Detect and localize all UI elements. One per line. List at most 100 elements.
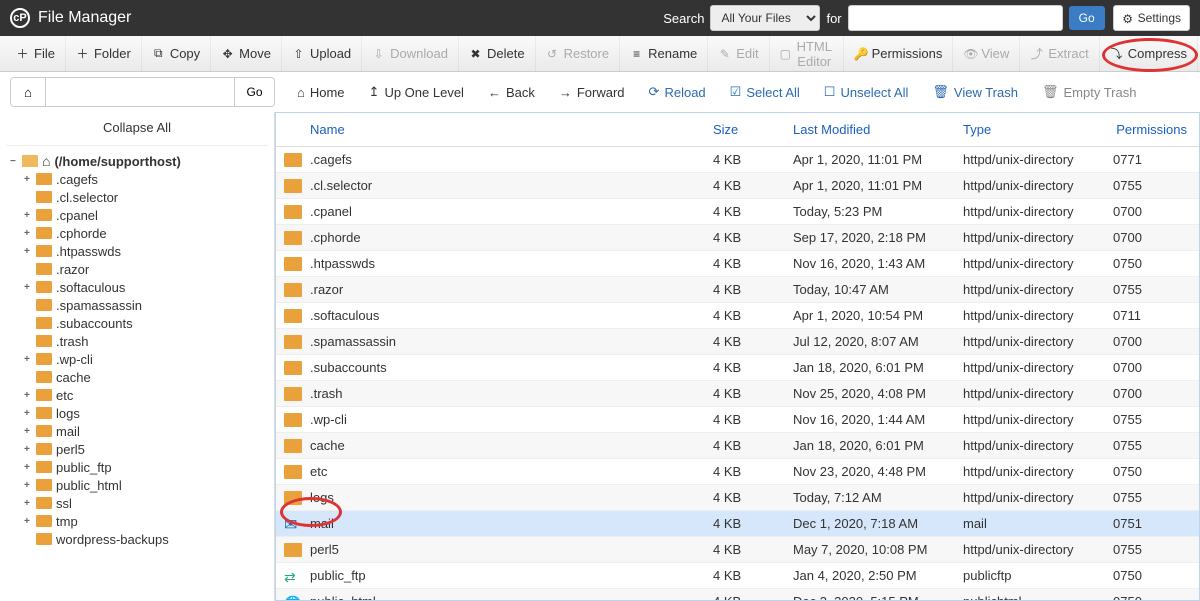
up-one-button[interactable]: ↥Up One Level [357, 77, 476, 107]
table-row[interactable]: .subaccounts4 KBJan 18, 2020, 6:01 PMhtt… [276, 355, 1199, 381]
sidebar-item[interactable]: +ssl [6, 494, 268, 512]
col-type[interactable]: Type [955, 122, 1105, 137]
table-row[interactable]: cache4 KBJan 18, 2020, 6:01 PMhttpd/unix… [276, 433, 1199, 459]
path-input[interactable] [46, 77, 235, 107]
table-row[interactable]: .cphorde4 KBSep 17, 2020, 2:18 PMhttpd/u… [276, 225, 1199, 251]
sidebar-item[interactable]: +mail [6, 422, 268, 440]
table-row[interactable]: .trash4 KBNov 25, 2020, 4:08 PMhttpd/uni… [276, 381, 1199, 407]
folder-button[interactable]: ＋Folder [66, 36, 142, 71]
sidebar-item[interactable]: .subaccounts [6, 314, 268, 332]
folder-icon [284, 231, 302, 245]
sidebar-item[interactable]: +perl5 [6, 440, 268, 458]
table-row[interactable]: .htpasswds4 KBNov 16, 2020, 1:43 AMhttpd… [276, 251, 1199, 277]
sidebar-item[interactable]: +public_html [6, 476, 268, 494]
folder-icon [36, 209, 52, 221]
sidebar-item[interactable]: +.cphorde [6, 224, 268, 242]
folder-tree: − (/home/supporthost) +.cagefs.cl.select… [6, 146, 268, 548]
sub-toolbar: ⌂ Go ⌂Home ↥Up One Level ←Back →Forward … [0, 72, 1200, 112]
compress-button[interactable]: ⤵Compress [1100, 36, 1198, 71]
folder-icon [36, 533, 52, 545]
search-go-button[interactable]: Go [1069, 6, 1105, 30]
sidebar-item[interactable]: .spamassassin [6, 296, 268, 314]
edit-button[interactable]: ✎Edit [708, 36, 769, 71]
folder-icon [284, 179, 302, 193]
table-row[interactable]: public_ftp4 KBJan 4, 2020, 2:50 PMpublic… [276, 563, 1199, 589]
home-button[interactable]: ⌂Home [285, 77, 357, 107]
file-grid: Name Size Last Modified Type Permissions… [275, 112, 1200, 601]
rename-button[interactable]: ≡Rename [620, 36, 708, 71]
delete-button[interactable]: ✖Delete [459, 36, 536, 71]
sidebar-item[interactable]: +.softaculous [6, 278, 268, 296]
permissions-button[interactable]: 🔑Permissions [844, 36, 954, 71]
table-row[interactable]: etc4 KBNov 23, 2020, 4:48 PMhttpd/unix-d… [276, 459, 1199, 485]
extract-button[interactable]: ⤴Extract [1020, 36, 1099, 71]
extract-icon: ⤴ [1030, 45, 1043, 62]
folder-icon [284, 387, 302, 401]
download-button[interactable]: ⇩Download [362, 36, 459, 71]
tree-root[interactable]: − (/home/supporthost) [6, 152, 268, 170]
copy-icon: ⧉ [152, 46, 165, 61]
collapse-all-button[interactable]: Collapse All [6, 112, 268, 146]
path-home-button[interactable]: ⌂ [10, 77, 46, 107]
folder-icon [36, 389, 52, 401]
restore-icon: ↺ [546, 47, 559, 61]
edit-icon: ✎ [718, 47, 731, 61]
sidebar-item[interactable]: +.cpanel [6, 206, 268, 224]
settings-button[interactable]: Settings [1113, 5, 1190, 31]
table-row[interactable]: mail4 KBDec 1, 2020, 7:18 AMmail0751 [276, 511, 1199, 537]
html-editor-button[interactable]: ▢HTML Editor [770, 36, 844, 71]
sidebar-item[interactable]: +.htpasswds [6, 242, 268, 260]
col-permissions[interactable]: Permissions [1105, 122, 1199, 137]
sidebar-item[interactable]: +.wp-cli [6, 350, 268, 368]
col-size[interactable]: Size [705, 122, 785, 137]
table-row[interactable]: .cagefs4 KBApr 1, 2020, 11:01 PMhttpd/un… [276, 147, 1199, 173]
sidebar-item[interactable]: +tmp [6, 512, 268, 530]
col-last-modified[interactable]: Last Modified [785, 122, 955, 137]
folder-icon [36, 515, 52, 527]
header-bar: cP File Manager Search All Your Files fo… [0, 0, 1200, 36]
search-scope-select[interactable]: All Your Files [710, 5, 820, 31]
col-name[interactable]: Name [276, 122, 705, 137]
sidebar-item[interactable]: wordpress-backups [6, 530, 268, 548]
forward-button[interactable]: →Forward [547, 77, 637, 107]
table-row[interactable]: .cpanel4 KBToday, 5:23 PMhttpd/unix-dire… [276, 199, 1199, 225]
table-row[interactable]: .razor4 KBToday, 10:47 AMhttpd/unix-dire… [276, 277, 1199, 303]
move-button[interactable]: ✥Move [211, 36, 282, 71]
reload-button[interactable]: ⟳Reload [637, 77, 718, 107]
table-row[interactable]: .wp-cli4 KBNov 16, 2020, 1:44 AMhttpd/un… [276, 407, 1199, 433]
sidebar-item[interactable]: +etc [6, 386, 268, 404]
html-icon: ▢ [780, 47, 791, 61]
sidebar-item[interactable]: .trash [6, 332, 268, 350]
search-input[interactable] [848, 5, 1063, 31]
select-all-button[interactable]: ☑Select All [718, 77, 812, 107]
sidebar-item[interactable]: +logs [6, 404, 268, 422]
unselect-all-button[interactable]: ☐Unselect All [812, 77, 921, 107]
download-icon: ⇩ [372, 47, 385, 61]
sidebar-item[interactable]: .razor [6, 260, 268, 278]
sidebar-item[interactable]: +public_ftp [6, 458, 268, 476]
copy-button[interactable]: ⧉Copy [142, 36, 211, 71]
table-row[interactable]: .softaculous4 KBApr 1, 2020, 10:54 PMhtt… [276, 303, 1199, 329]
view-trash-button[interactable]: 🗑View Trash [920, 77, 1030, 107]
upload-button[interactable]: ⇧Upload [282, 36, 362, 71]
rename-icon: ≡ [630, 47, 643, 61]
sidebar-item[interactable]: .cl.selector [6, 188, 268, 206]
table-row[interactable]: perl54 KBMay 7, 2020, 10:08 PMhttpd/unix… [276, 537, 1199, 563]
view-button[interactable]: 👁View [953, 36, 1020, 71]
sidebar-item[interactable]: +.cagefs [6, 170, 268, 188]
forward-icon: → [559, 85, 572, 100]
home-icon [42, 153, 54, 169]
move-icon: ✥ [221, 47, 234, 61]
back-button[interactable]: ←Back [476, 77, 547, 107]
sidebar-item[interactable]: cache [6, 368, 268, 386]
table-row[interactable]: public_html4 KBDec 3, 2020, 5:15 PMpubli… [276, 589, 1199, 601]
empty-trash-button[interactable]: 🗑Empty Trash [1030, 77, 1148, 107]
table-row[interactable]: .cl.selector4 KBApr 1, 2020, 11:01 PMhtt… [276, 173, 1199, 199]
file-button[interactable]: ＋File [6, 36, 66, 71]
main-toolbar: ＋File ＋Folder ⧉Copy ✥Move ⇧Upload ⇩Downl… [0, 36, 1200, 72]
table-row[interactable]: .spamassassin4 KBJul 12, 2020, 8:07 AMht… [276, 329, 1199, 355]
path-go-button[interactable]: Go [235, 77, 275, 107]
restore-button[interactable]: ↺Restore [536, 36, 621, 71]
folder-icon [36, 335, 52, 347]
table-row[interactable]: logs4 KBToday, 7:12 AMhttpd/unix-directo… [276, 485, 1199, 511]
